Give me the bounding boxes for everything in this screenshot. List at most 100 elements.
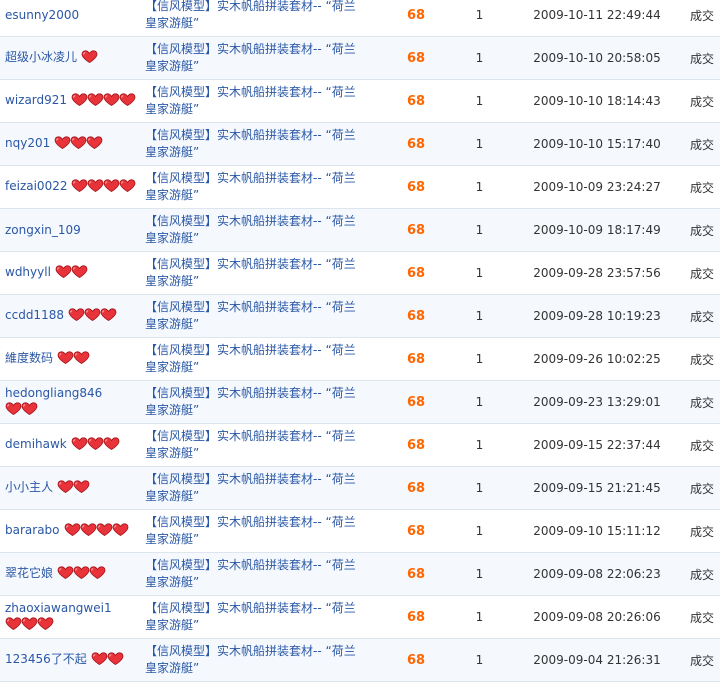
item-link[interactable]: 【信风模型】实木帆船拼装套材-- “荷兰皇家游艇” [145,514,365,548]
credit-hearts [91,651,124,670]
quantity-cell: 1 [447,509,512,553]
item-link[interactable]: 【信风模型】实木帆船拼装套材-- “荷兰皇家游艇” [145,471,365,505]
heart-icon [100,307,117,321]
item-link[interactable]: 【信风模型】实木帆船拼装套材-- “荷兰皇家游艇” [145,170,365,204]
time-cell: 2009-09-28 23:57:56 [512,251,682,295]
heart-icon [73,350,90,364]
time-cell: 2009-09-08 20:26:06 [512,595,682,639]
buyer-link[interactable]: 超级小冰凌儿 [5,50,77,64]
buyer-link[interactable]: 維度数码 [5,351,53,365]
heart-icon [89,565,106,579]
price-cell: 68 [385,638,447,682]
item-link[interactable]: 【信风模型】实木帆船拼装套材-- “荷兰皇家游艇” [145,600,365,634]
item-cell: 【信风模型】实木帆船拼装套材-- “荷兰皇家游艇” [145,0,385,37]
quantity-cell: 1 [447,294,512,338]
status-cell: 成交 [682,509,720,553]
heart-icon [96,522,113,536]
item-link[interactable]: 【信风模型】实木帆船拼装套材-- “荷兰皇家游艇” [145,256,365,290]
price-cell: 68 [385,208,447,252]
heart-icon [21,401,38,415]
heart-icon [119,92,136,106]
buyer-link[interactable]: bararabo [5,523,60,537]
buyer-link[interactable]: demihawk [5,437,67,451]
price-cell: 68 [385,337,447,381]
heart-icon [119,178,136,192]
heart-icon [57,350,74,364]
quantity-cell: 1 [447,638,512,682]
time-cell: 2009-10-09 18:17:49 [512,208,682,252]
item-cell: 【信风模型】实木帆船拼装套材-- “荷兰皇家游艇” [145,36,385,80]
buyer-cell: zhaoxiawangwei1 [0,595,145,639]
quantity-cell: 1 [447,122,512,166]
time-cell: 2009-09-23 13:29:01 [512,380,682,424]
transaction-table: esunny2000 【信风模型】实木帆船拼装套材-- “荷兰皇家游艇” 68 … [0,0,720,682]
buyer-link[interactable]: 小小主人 [5,480,53,494]
quantity-cell: 1 [447,466,512,510]
buyer-link[interactable]: 翠花它娘 [5,566,53,580]
status-cell: 成交 [682,0,720,37]
heart-icon [5,616,22,630]
time-cell: 2009-09-10 15:11:12 [512,509,682,553]
credit-hearts [71,92,136,111]
status-cell: 成交 [682,466,720,510]
buyer-cell: 翠花它娘 [0,552,145,596]
credit-hearts [54,135,103,154]
heart-icon [71,264,88,278]
buyer-link[interactable]: nqy201 [5,136,50,150]
table-row: esunny2000 【信风模型】实木帆船拼装套材-- “荷兰皇家游艇” 68 … [0,0,720,37]
buyer-link[interactable]: ccdd1188 [5,308,64,322]
price-cell: 68 [385,380,447,424]
quantity-cell: 1 [447,595,512,639]
price-cell: 68 [385,294,447,338]
transaction-rows: esunny2000 【信风模型】实木帆船拼装套材-- “荷兰皇家游艇” 68 … [0,0,720,682]
credit-hearts [5,401,145,420]
buyer-link[interactable]: feizai0022 [5,179,67,193]
heart-icon [54,135,71,149]
item-link[interactable]: 【信风模型】实木帆船拼装套材-- “荷兰皇家游艇” [145,213,365,247]
table-row: bararabo 【信风模型】实木帆船拼装套材-- “荷兰皇家游艇” 68 1 … [0,509,720,553]
buyer-cell: nqy201 [0,122,145,166]
quantity-cell: 1 [447,251,512,295]
status-cell: 成交 [682,380,720,424]
item-link[interactable]: 【信风模型】实木帆船拼装套材-- “荷兰皇家游艇” [145,342,365,376]
item-link[interactable]: 【信风模型】实木帆船拼装套材-- “荷兰皇家游艇” [145,557,365,591]
heart-icon [103,178,120,192]
buyer-link[interactable]: wizard921 [5,93,67,107]
item-cell: 【信风模型】实木帆船拼装套材-- “荷兰皇家游艇” [145,380,385,424]
status-cell: 成交 [682,595,720,639]
credit-hearts [57,479,90,498]
buyer-link[interactable]: zongxin_109 [5,223,81,237]
heart-icon [37,616,54,630]
price-cell: 68 [385,552,447,596]
item-cell: 【信风模型】实木帆船拼装套材-- “荷兰皇家游艇” [145,294,385,338]
heart-icon [91,651,108,665]
item-link[interactable]: 【信风模型】实木帆船拼装套材-- “荷兰皇家游艇” [145,428,365,462]
time-cell: 2009-10-11 22:49:44 [512,0,682,37]
item-link[interactable]: 【信风模型】实木帆船拼装套材-- “荷兰皇家游艇” [145,299,365,333]
item-link[interactable]: 【信风模型】实木帆船拼装套材-- “荷兰皇家游艇” [145,41,365,75]
heart-icon [55,264,72,278]
heart-icon [103,436,120,450]
item-link[interactable]: 【信风模型】实木帆船拼装套材-- “荷兰皇家游艇” [145,0,365,32]
item-link[interactable]: 【信风模型】实木帆船拼装套材-- “荷兰皇家游艇” [145,84,365,118]
heart-icon [57,565,74,579]
heart-icon [21,616,38,630]
item-link[interactable]: 【信风模型】实木帆船拼装套材-- “荷兰皇家游艇” [145,127,365,161]
table-row: hedongliang846 【信风模型】实木帆船拼装套材-- “荷兰皇家游艇”… [0,380,720,424]
item-link[interactable]: 【信风模型】实木帆船拼装套材-- “荷兰皇家游艇” [145,385,365,419]
table-row: wdhyyll 【信风模型】实木帆船拼装套材-- “荷兰皇家游艇” 68 1 2… [0,251,720,295]
buyer-link[interactable]: zhaoxiawangwei1 [5,601,112,615]
buyer-cell: zongxin_109 [0,208,145,252]
buyer-link[interactable]: wdhyyll [5,265,51,279]
heart-icon [107,651,124,665]
buyer-link[interactable]: esunny2000 [5,8,79,22]
item-cell: 【信风模型】实木帆船拼装套材-- “荷兰皇家游艇” [145,208,385,252]
buyer-link[interactable]: 123456了不起 [5,652,87,666]
buyer-link[interactable]: hedongliang846 [5,386,102,400]
heart-icon [64,522,81,536]
heart-icon [70,135,87,149]
table-row: feizai0022 【信风模型】实木帆船拼装套材-- “荷兰皇家游艇” 68 … [0,165,720,209]
quantity-cell: 1 [447,36,512,80]
item-link[interactable]: 【信风模型】实木帆船拼装套材-- “荷兰皇家游艇” [145,643,365,677]
price-cell: 68 [385,122,447,166]
